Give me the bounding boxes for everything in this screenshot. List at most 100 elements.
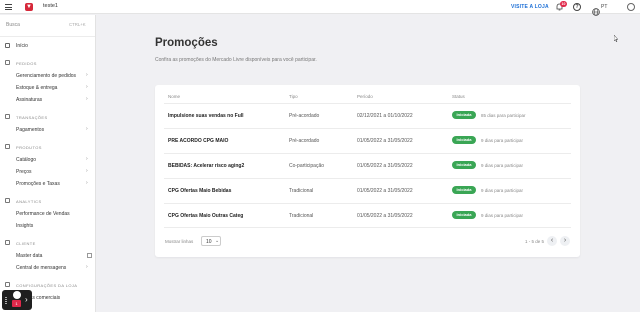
sidebar-item-promocoes[interactable]: Promoções e Taxas › xyxy=(0,179,95,188)
search-label[interactable]: Busca xyxy=(6,22,20,28)
promotion-period: 01/05/2022 a 31/05/2022 xyxy=(357,188,413,194)
table-row[interactable]: PRE ACORDO CPG MAIO Pré-acordado 01/05/2… xyxy=(164,128,571,153)
sidebar-item-insights[interactable]: Insights xyxy=(0,221,95,230)
sidebar-item-label: Gerenciamento de pedidos xyxy=(16,73,77,79)
pagination-info: 1 - 5 de 5 xyxy=(525,239,545,244)
sidebar-item-label: Promoções e Taxas xyxy=(16,181,60,187)
sidebar-item-master-data[interactable]: Master data xyxy=(0,251,95,260)
table-row[interactable]: BEBIDAS: Acelerar risco aging2 Co-partic… xyxy=(164,153,571,178)
promotion-period: 01/05/2022 a 31/05/2022 xyxy=(357,163,413,169)
floating-widget[interactable]: 1 › xyxy=(2,290,32,310)
promotion-period: 01/05/2022 a 31/05/2022 xyxy=(357,138,413,144)
chevron-right-icon: › xyxy=(86,156,88,162)
rows-per-page-select[interactable]: 10 ⌄ xyxy=(201,236,221,246)
column-header-type[interactable]: Tipo xyxy=(289,94,298,99)
rows-per-page-value: 10 xyxy=(206,239,212,245)
sidebar-item-catalogo[interactable]: Catálogo › xyxy=(0,155,95,164)
days-remaining: 9 dias para participar xyxy=(481,138,524,143)
promotion-name: PRE ACORDO CPG MAIO xyxy=(168,138,229,144)
section-label: PEDIDOS xyxy=(16,60,37,66)
sidebar-item-label: Master data xyxy=(16,253,43,259)
promotion-type: Tradicional xyxy=(289,188,314,194)
person-icon xyxy=(5,240,10,245)
status-badge: Iniciada xyxy=(452,111,476,119)
chevron-right-icon: › xyxy=(86,180,88,186)
chevron-right-icon: › xyxy=(86,72,88,78)
table-row[interactable]: CPG Ofertas Maio Bebidas Tradicional 01/… xyxy=(164,178,571,203)
top-bar: ▼ teste1 VISITE A LOJA 10 ? PT xyxy=(0,0,640,16)
chevron-right-icon: › xyxy=(86,264,88,270)
days-remaining: 9 dias para participar xyxy=(481,163,524,168)
sidebar-item-label: Catálogo xyxy=(16,157,37,163)
days-remaining: 9 dias para participar xyxy=(481,188,524,193)
chart-icon xyxy=(5,198,10,203)
sidebar-section-analytics: ANALYTICS xyxy=(0,196,95,205)
section-label: PRODUTOS xyxy=(16,144,42,150)
section-label: CLIENTE xyxy=(16,240,36,246)
promotion-type: Co-participação xyxy=(289,163,325,169)
column-header-status[interactable]: Status xyxy=(452,94,465,99)
sidebar-item-assinaturas[interactable]: Assinaturas › xyxy=(0,95,95,104)
next-page-button[interactable]: › xyxy=(560,236,570,246)
sidebar-item-gerenciamento[interactable]: Gerenciamento de pedidos › xyxy=(0,71,95,80)
sidebar-item-precos[interactable]: Preços › xyxy=(0,167,95,176)
sidebar-item-label: Estoque & entrega xyxy=(16,85,58,91)
drag-handle-icon[interactable] xyxy=(5,297,7,304)
promotions-table-card: Nome Tipo Período Status Impulsione suas… xyxy=(155,85,580,257)
status-badge: Iniciada xyxy=(452,161,476,169)
table-row[interactable]: Impulsione suas vendas no Full Pré-acord… xyxy=(164,103,571,128)
tag-icon xyxy=(5,144,10,149)
promotion-type: Pré-acordado xyxy=(289,138,320,144)
sidebar-section-cliente: CLIENTE xyxy=(0,238,95,247)
status-badge: Iniciada xyxy=(452,211,476,219)
sidebar-item-label: Performance de Vendas xyxy=(16,211,70,217)
store-name[interactable]: teste1 xyxy=(43,3,58,9)
page-subtitle: Confira as promoções do Mercado Livre di… xyxy=(155,57,317,63)
status-badge: Iniciada xyxy=(452,136,476,144)
search-shortcut-hint: CTRL+K xyxy=(69,22,86,27)
column-header-name[interactable]: Nome xyxy=(168,94,180,99)
menu-icon[interactable] xyxy=(5,4,12,10)
language-selector[interactable]: PT xyxy=(601,4,607,10)
promotion-name: BEBIDAS: Acelerar risco aging2 xyxy=(168,163,245,169)
sidebar-divider xyxy=(0,36,95,37)
chevron-right-icon[interactable]: › xyxy=(25,295,28,304)
status-badge: Iniciada xyxy=(452,186,476,194)
sidebar-item-performance[interactable]: Performance de Vendas xyxy=(0,209,95,218)
section-label: TRANSAÇÕES xyxy=(16,114,48,120)
sidebar-item-estoque[interactable]: Estoque & entrega › xyxy=(0,83,95,92)
sidebar-item-label: Preços xyxy=(16,169,32,175)
brand-logo-icon[interactable]: ▼ xyxy=(25,3,33,11)
promotion-name: CPG Ofertas Maio Outras Categ xyxy=(168,213,244,219)
page-title: Promoções xyxy=(155,37,218,49)
sidebar-item-central[interactable]: Central de mensagens › xyxy=(0,263,95,272)
promotion-type: Tradicional xyxy=(289,213,314,219)
column-header-period[interactable]: Período xyxy=(357,94,373,99)
home-icon xyxy=(5,43,10,48)
external-link-icon xyxy=(87,253,92,258)
sidebar-item-inicio[interactable]: Início xyxy=(0,41,95,50)
sidebar-section-transacoes: TRANSAÇÕES xyxy=(0,112,95,121)
chevron-down-icon: ⌄ xyxy=(215,238,220,244)
promotion-period: 02/12/2021 a 01/10/2022 xyxy=(357,113,413,119)
visit-store-link[interactable]: VISITE A LOJA xyxy=(511,4,549,10)
sidebar-section-config: CONFIGURAÇÕES DA LOJA xyxy=(0,280,95,289)
section-label: CONFIGURAÇÕES DA LOJA xyxy=(16,282,78,288)
section-label: ANALYTICS xyxy=(16,198,42,204)
store-icon xyxy=(5,282,10,287)
days-remaining: 85 dias para participar xyxy=(481,113,526,118)
widget-badge: 1 xyxy=(12,300,21,307)
sidebar-item-label: Início xyxy=(16,43,28,49)
help-icon[interactable]: ? xyxy=(573,3,581,11)
chevron-right-icon: › xyxy=(86,84,88,90)
chevron-right-icon: › xyxy=(86,168,88,174)
promotion-type: Pré-acordado xyxy=(289,113,320,119)
table-row[interactable]: CPG Ofertas Maio Outras Categ Tradiciona… xyxy=(164,203,571,228)
rows-per-page-label: Mostrar linhas xyxy=(165,239,194,244)
sidebar-search[interactable]: Busca CTRL+K xyxy=(0,20,95,30)
user-avatar-icon[interactable] xyxy=(627,3,635,11)
previous-page-button[interactable]: ‹ xyxy=(547,236,557,246)
sidebar-item-pagamentos[interactable]: Pagamentos › xyxy=(0,125,95,134)
sidebar-section-pedidos: PEDIDOS xyxy=(0,58,95,67)
globe-icon[interactable] xyxy=(592,3,600,16)
